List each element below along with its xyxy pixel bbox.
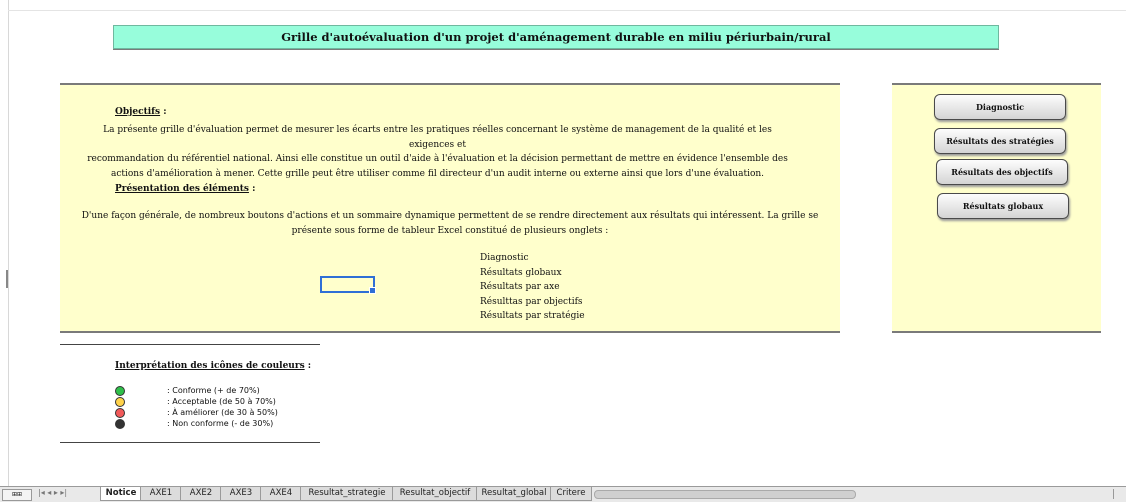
list-item: Résultats par axe	[480, 282, 560, 293]
objectifs-heading-text: Objectifs	[115, 107, 161, 117]
presentation-heading: Présentation des éléments :	[115, 176, 255, 195]
diagnostic-button[interactable]: Diagnostic	[934, 94, 1066, 120]
yellow-circle-icon	[115, 397, 125, 407]
horizontal-scrollbar[interactable]	[594, 490, 856, 499]
presentation-heading-text: Présentation des éléments	[115, 184, 249, 194]
legend-label: : Non conforme (- de 30%)	[167, 419, 274, 428]
resultats-objectifs-button[interactable]: Résultats des objectifs	[936, 159, 1068, 185]
tab-resultat-global[interactable]: Resultat_global	[476, 487, 552, 501]
legend-heading-colon: :	[304, 361, 312, 371]
green-circle-icon	[115, 386, 125, 396]
black-circle-icon	[115, 419, 125, 429]
tab-axe2[interactable]: AXE2	[180, 487, 222, 501]
objectifs-line: recommandation du référentiel national. …	[87, 154, 788, 164]
top-gridline	[8, 10, 1126, 11]
legend-top-rule	[60, 344, 320, 345]
tab-critere[interactable]: Critere	[550, 487, 592, 501]
legend-label: : Conforme (+ de 70%)	[167, 386, 260, 395]
objectifs-body: La présente grille d'évaluation permet d…	[80, 123, 795, 181]
notice-panel: Objectifs : La présente grille d'évaluat…	[60, 83, 840, 333]
onglets-list: Diagnostic Résultats globaux Résultats p…	[480, 251, 585, 324]
row-header-edge	[0, 0, 9, 486]
tab-resultat-objectif[interactable]: Resultat_objectif	[392, 487, 478, 501]
page-layout-toggle[interactable]: ⊞⊞	[2, 489, 32, 501]
tab-notice[interactable]: Notice	[100, 487, 142, 501]
presentation-line: présente sous forme de tableur Excel con…	[291, 225, 609, 236]
objectifs-heading: Objectifs :	[115, 99, 167, 118]
presentation-line: D'une façon générale, de nombreux bouton…	[81, 211, 819, 221]
split-handle[interactable]	[1113, 489, 1114, 499]
legend-heading-text: Interprétation des icônes de couleurs	[115, 361, 305, 371]
sheet-nav-arrows[interactable]: |◂ ◂ ▸ ▸|	[38, 488, 67, 497]
row-marker	[6, 270, 8, 288]
selected-cell[interactable]	[320, 276, 375, 293]
presentation-body: D'une façon générale, de nombreux bouton…	[65, 209, 835, 238]
tab-axe4[interactable]: AXE4	[260, 487, 302, 501]
sheet-tab-bar: ⊞⊞ |◂ ◂ ▸ ▸| Notice AXE1 AXE2 AXE3 AXE4 …	[0, 486, 1126, 502]
tab-axe1[interactable]: AXE1	[140, 487, 182, 501]
presentation-heading-colon: :	[248, 184, 256, 194]
legend-label: : À améliorer (de 30 à 50%)	[167, 408, 278, 417]
legend-label: : Acceptable (de 50 à 70%)	[167, 397, 276, 406]
page-title: Grille d'autoévaluation d'un projet d'am…	[113, 25, 999, 49]
resultats-globaux-button[interactable]: Résultats globaux	[937, 193, 1069, 219]
tab-resultat-strategie[interactable]: Resultat_strategie	[300, 487, 394, 501]
red-circle-icon	[115, 408, 125, 418]
objectifs-line: La présente grille d'évaluation permet d…	[103, 125, 772, 150]
tab-axe3[interactable]: AXE3	[220, 487, 262, 501]
resultats-strategies-button[interactable]: Résultats des stratégies	[934, 128, 1066, 154]
fill-handle[interactable]	[369, 287, 376, 294]
list-item: Diagnostic	[480, 253, 529, 263]
list-item: Résultats globaux	[480, 267, 562, 278]
list-item: Résultats par stratégie	[480, 311, 585, 322]
objectifs-heading-colon: :	[160, 107, 167, 117]
legend-heading: Interprétation des icônes de couleurs :	[115, 361, 311, 371]
legend-bottom-rule	[60, 442, 320, 443]
list-item: Résulttas par objectifs	[480, 296, 583, 307]
